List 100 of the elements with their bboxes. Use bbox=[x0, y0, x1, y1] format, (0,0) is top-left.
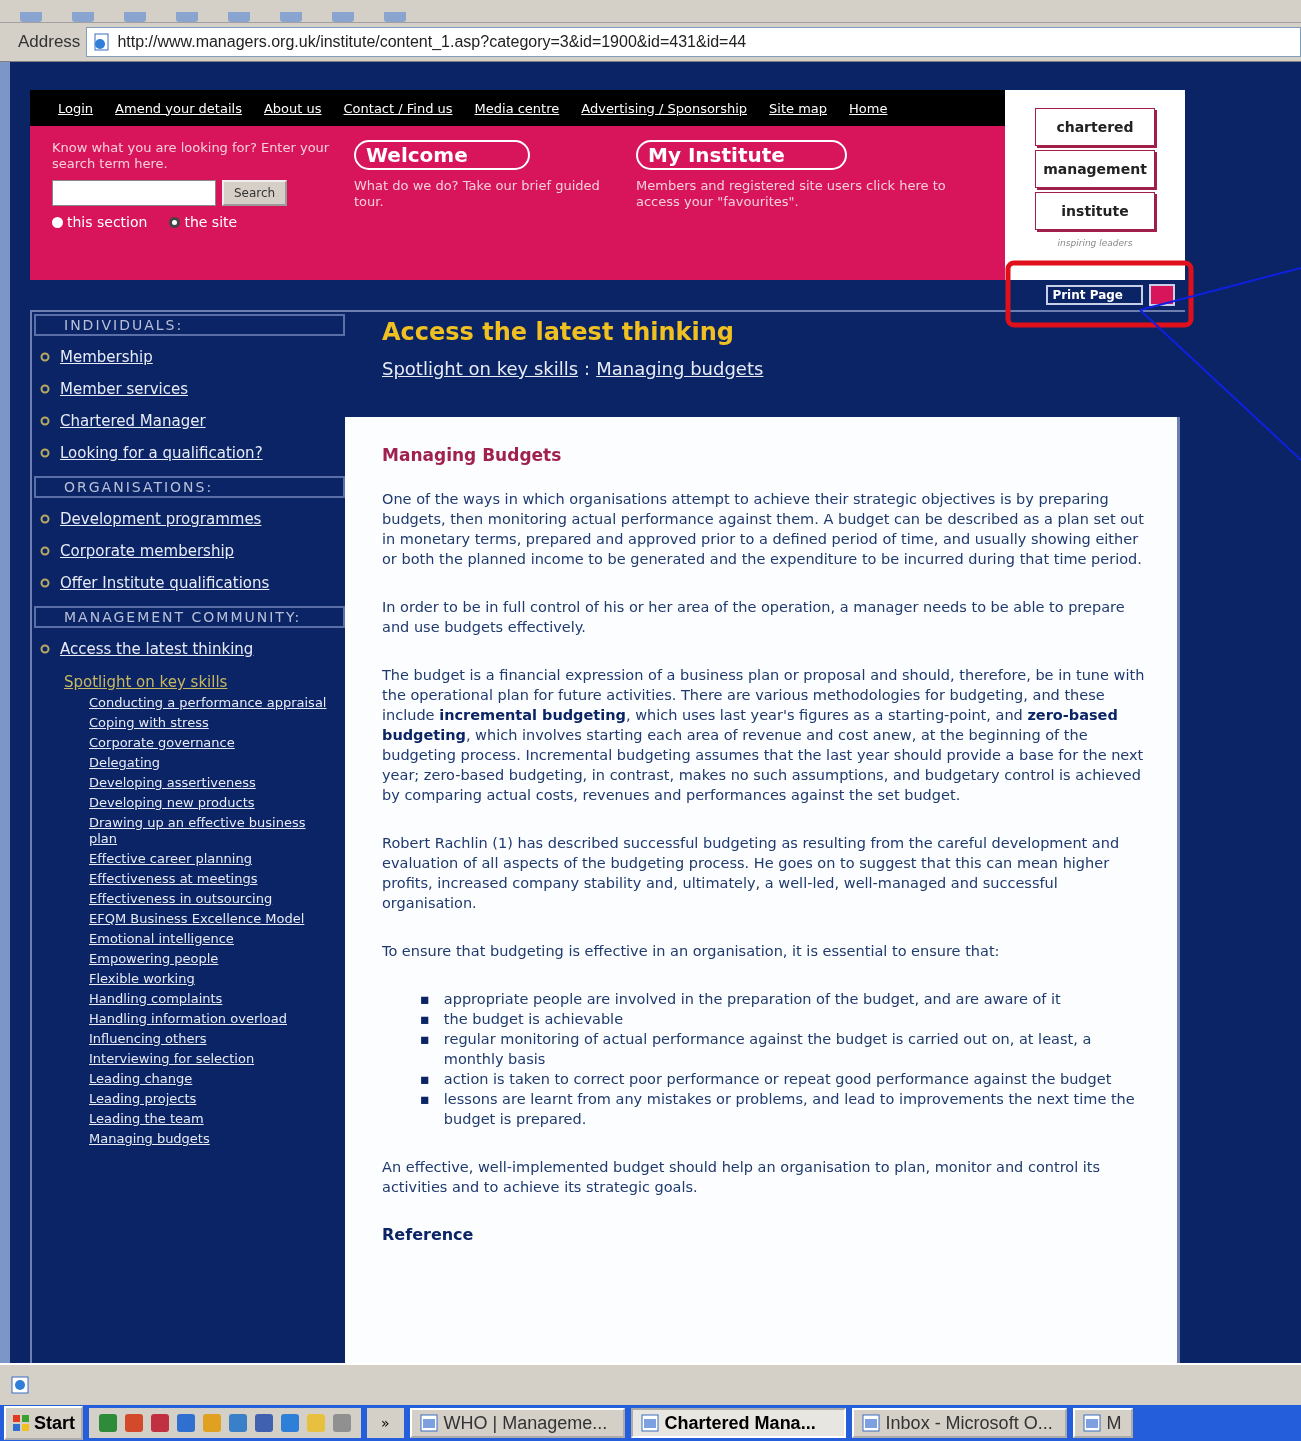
app-icon[interactable] bbox=[307, 1414, 325, 1432]
logo[interactable]: chartered management institute inspiring leaders bbox=[1005, 90, 1185, 280]
sidebar-link[interactable]: Offer Institute qualifications bbox=[60, 574, 270, 592]
sidebar-link[interactable]: Emotional intelligence bbox=[89, 931, 329, 947]
radio-button[interactable] bbox=[169, 216, 181, 228]
app-icon[interactable] bbox=[255, 1414, 273, 1432]
app-icon[interactable] bbox=[229, 1414, 247, 1432]
bullet-item: action is taken to correct poor performance or repeat good performance against the budget bbox=[443, 1070, 1112, 1089]
breadcrumb-link[interactable]: Managing budgets bbox=[596, 358, 764, 379]
bullet-icon bbox=[40, 578, 50, 588]
bullet-icon bbox=[40, 384, 50, 394]
sidebar-link[interactable]: Leading projects bbox=[89, 1091, 329, 1107]
nav-link[interactable]: Home bbox=[849, 100, 888, 116]
logo-word: institute bbox=[1035, 192, 1155, 230]
address-field[interactable]: http://www.managers.org.uk/institute/content_1.asp?category=3&id=1900&id=431&id=44 bbox=[86, 27, 1301, 57]
toolbar-icon[interactable] bbox=[176, 12, 198, 22]
sidebar-link[interactable]: Empowering people bbox=[89, 951, 329, 967]
sidebar-link[interactable]: Interviewing for selection bbox=[89, 1051, 329, 1067]
sidebar-link[interactable]: Developing assertiveness bbox=[89, 775, 329, 791]
app-icon[interactable] bbox=[151, 1414, 169, 1432]
toolbar-icon[interactable] bbox=[280, 12, 302, 22]
breadcrumb-link[interactable]: Spotlight on key skills bbox=[382, 358, 579, 379]
print-icon[interactable] bbox=[1149, 284, 1175, 306]
nav-link[interactable]: Advertising / Sponsorship bbox=[581, 100, 748, 116]
sidebar-link[interactable]: Coping with stress bbox=[89, 715, 329, 731]
window-icon bbox=[861, 1414, 880, 1432]
sidebar-link[interactable]: Leading the team bbox=[89, 1111, 329, 1127]
window-icon bbox=[640, 1414, 659, 1432]
promo-button[interactable]: My Institute bbox=[636, 140, 847, 170]
start-button[interactable]: Start bbox=[4, 1406, 83, 1440]
app-icon[interactable] bbox=[333, 1414, 351, 1432]
nav-link[interactable]: Login bbox=[58, 100, 94, 116]
nav-link[interactable]: Amend your details bbox=[115, 100, 242, 116]
bullet-icon bbox=[40, 352, 50, 362]
sidebar-heading: INDIVIDUALS: bbox=[34, 314, 345, 336]
taskbar-button[interactable]: WHO | Manageme... bbox=[409, 1408, 625, 1438]
more-button[interactable]: » bbox=[367, 1408, 404, 1438]
nav-link[interactable]: About us bbox=[263, 100, 322, 116]
bullet-item: lessons are learnt from any mistakes or problems, and lead to improvements the next time the budget is prepared. bbox=[443, 1090, 1136, 1129]
sidebar-link[interactable]: Developing new products bbox=[89, 795, 329, 811]
sidebar-link[interactable]: Corporate membership bbox=[60, 542, 235, 560]
bullet-icon bbox=[40, 644, 50, 654]
sidebar-link[interactable]: Development programmes bbox=[60, 510, 262, 528]
bullet-marker: ▪ bbox=[420, 1030, 430, 1049]
toolbar-icon[interactable] bbox=[20, 12, 42, 22]
nav-link[interactable]: Media centre bbox=[474, 100, 560, 116]
sidebar-link[interactable]: Chartered Manager bbox=[60, 412, 206, 430]
window-icon bbox=[419, 1414, 438, 1432]
toolbar-icon[interactable] bbox=[124, 12, 146, 22]
page-icon bbox=[93, 33, 112, 51]
sidebar-heading: ORGANISATIONS: bbox=[34, 476, 345, 498]
toolbar-icon[interactable] bbox=[332, 12, 354, 22]
app-icon[interactable] bbox=[99, 1414, 117, 1432]
bullet-marker: ▪ bbox=[420, 1090, 430, 1109]
address-label: Address bbox=[18, 32, 81, 52]
sidebar-link[interactable]: Effective career planning bbox=[89, 851, 329, 867]
sidebar-link[interactable]: Member services bbox=[60, 380, 188, 398]
sidebar-link[interactable]: Flexible working bbox=[89, 971, 329, 987]
sidebar-link[interactable]: Looking for a qualification? bbox=[60, 444, 263, 462]
sidebar-link[interactable]: Drawing up an effective business plan bbox=[89, 815, 329, 847]
app-icon[interactable] bbox=[177, 1414, 195, 1432]
sidebar-link[interactable]: Handling complaints bbox=[89, 991, 329, 1007]
sidebar-link[interactable]: Leading change bbox=[89, 1071, 329, 1087]
promo-button[interactable]: Welcome bbox=[354, 140, 530, 170]
nav-link[interactable]: Site map bbox=[769, 100, 828, 116]
sidebar-link[interactable]: Effectiveness in outsourcing bbox=[89, 891, 329, 907]
toolbar-icon[interactable] bbox=[72, 12, 94, 22]
radio-button[interactable] bbox=[52, 216, 63, 228]
toolbar-icon[interactable] bbox=[228, 12, 250, 22]
taskbar-button[interactable]: M bbox=[1072, 1408, 1133, 1438]
sidebar-link[interactable]: Handling information overload bbox=[89, 1011, 329, 1027]
sidebar-link[interactable]: Membership bbox=[60, 348, 153, 366]
sidebar-link[interactable]: Corporate governance bbox=[89, 735, 329, 751]
sidebar-link[interactable]: Managing budgets bbox=[89, 1131, 329, 1147]
taskbar-button[interactable]: Inbox - Microsoft O... bbox=[851, 1408, 1067, 1438]
app-icon[interactable] bbox=[203, 1414, 221, 1432]
bullet-item: the budget is achievable bbox=[443, 1010, 624, 1029]
search-field[interactable] bbox=[52, 180, 216, 206]
toolbar-icon[interactable] bbox=[384, 12, 406, 22]
nav-link[interactable]: Contact / Find us bbox=[343, 100, 453, 116]
sidebar-heading: MANAGEMENT COMMUNITY: bbox=[34, 606, 345, 628]
app-icon[interactable] bbox=[125, 1414, 143, 1432]
app-icon[interactable] bbox=[281, 1414, 299, 1432]
sidebar-link[interactable]: Conducting a performance appraisal bbox=[89, 695, 329, 711]
search-button[interactable]: Search bbox=[222, 180, 288, 206]
section-heading: Reference bbox=[382, 1225, 475, 1244]
sidebar-link[interactable]: EFQM Business Excellence Model bbox=[89, 911, 329, 927]
search-prompt: Know what you are looking for? Enter your search term here. bbox=[52, 140, 331, 172]
bullet-icon bbox=[40, 448, 50, 458]
logo-word: management bbox=[1035, 150, 1155, 188]
bullet-marker: ▪ bbox=[420, 1010, 430, 1029]
bullet-icon bbox=[40, 416, 50, 426]
sidebar-link[interactable]: Influencing others bbox=[89, 1031, 329, 1047]
sidebar-link[interactable]: Effectiveness at meetings bbox=[89, 871, 329, 887]
paragraph: The budget is a financial expression of a business plan or proposal and should, therefore, be in tune with the operational plan for future activities. There are various methodologies for budgeting, and these include incremental budgeting, which uses last year's figures as a starting-point, and zero-based budgeting, which involves starting each area of revenue and cost anew, at the beginning of the budgeting process. Incremental budgeting assumes that the last year should provide a base for the next year; zero-based budgeting, in contrast, makes no such assumptions, and budgetary control is achieved by comparing actual costs, revenues and performances against the set budget. bbox=[382, 666, 1146, 805]
sidebar-link[interactable]: Delegating bbox=[89, 755, 329, 771]
taskbar-button[interactable]: Chartered Mana... bbox=[630, 1408, 846, 1438]
sidebar-link[interactable]: Spotlight on key skills bbox=[64, 673, 228, 691]
sidebar-link[interactable]: Access the latest thinking bbox=[60, 640, 254, 658]
print-button[interactable]: Print Page bbox=[1046, 285, 1143, 305]
